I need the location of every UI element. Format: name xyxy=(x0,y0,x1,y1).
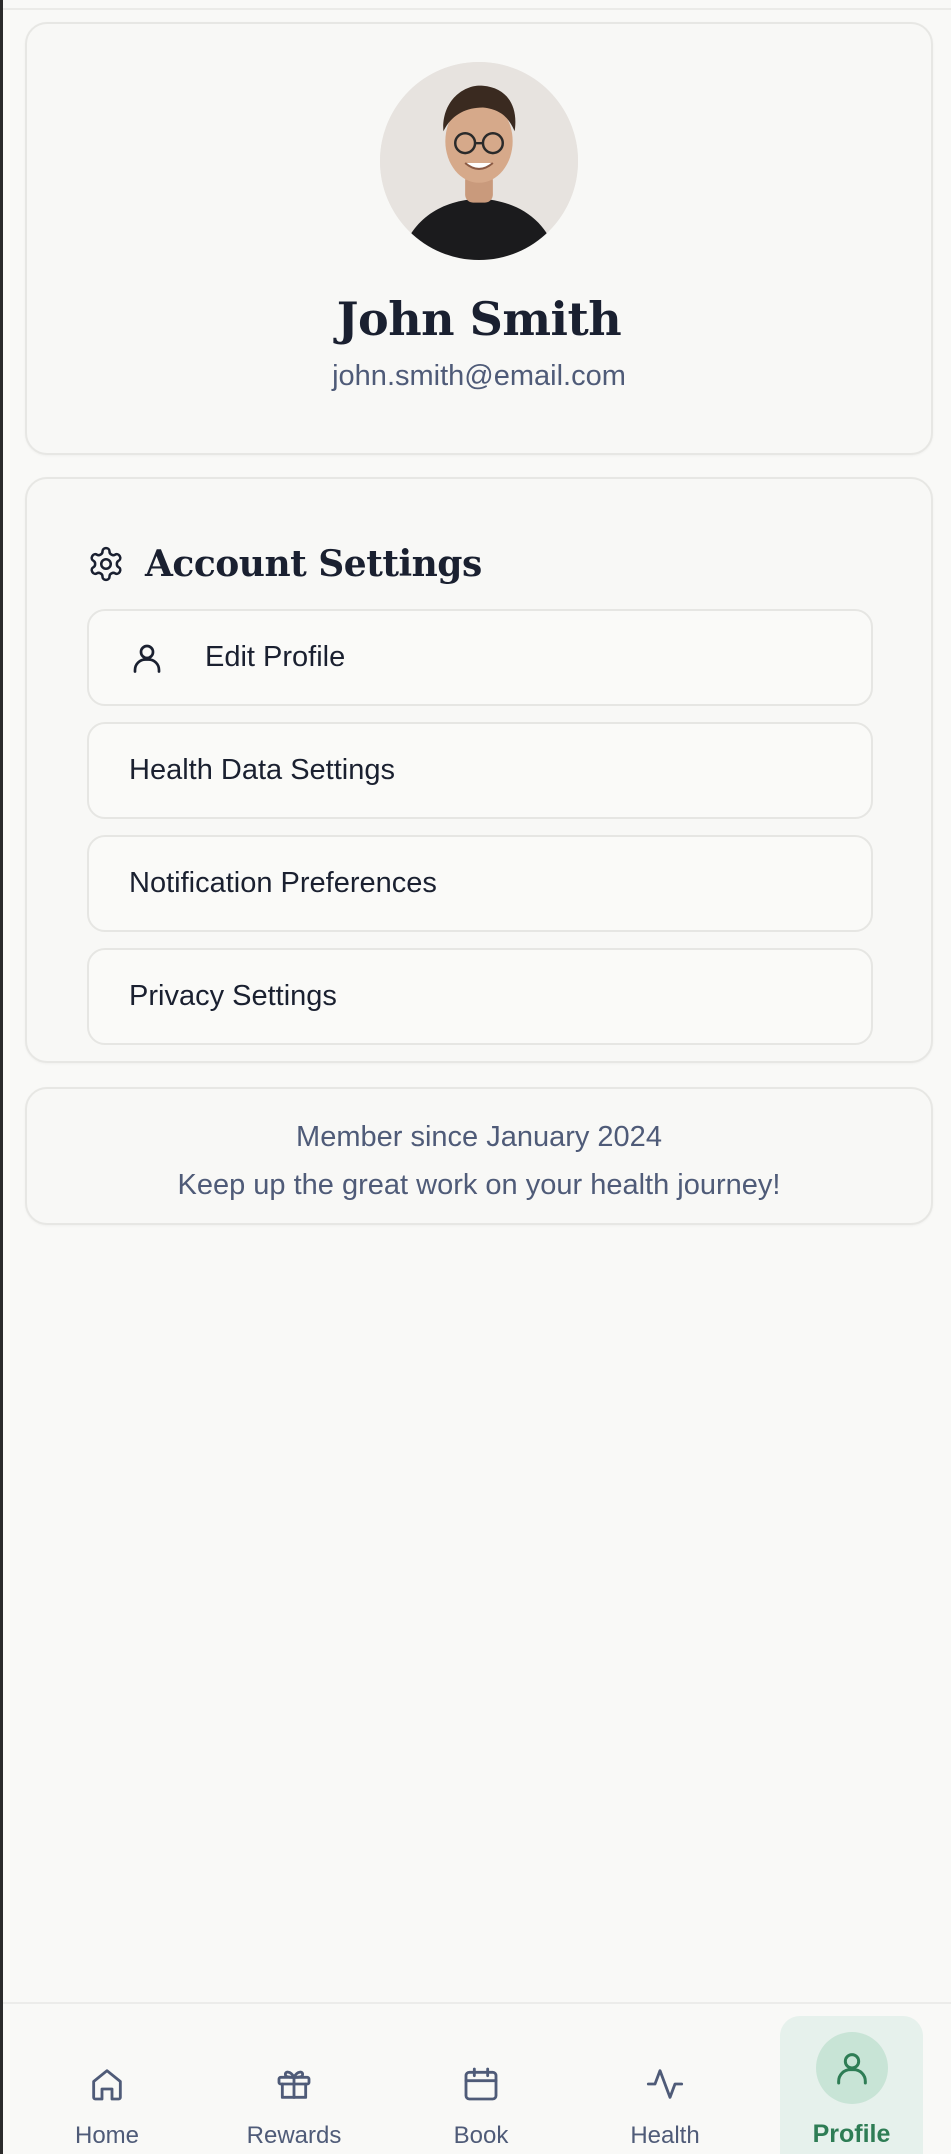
nav-rewards-label: Rewards xyxy=(246,2122,342,2149)
calendar-icon xyxy=(464,2067,498,2101)
notification-preferences-label: Notification Preferences xyxy=(129,867,437,899)
nav-profile-label: Profile xyxy=(812,2120,891,2148)
activity-icon xyxy=(646,2069,684,2099)
nav-book[interactable]: Book xyxy=(401,2004,561,2154)
top-divider xyxy=(3,8,951,10)
nav-health-label: Health xyxy=(630,2122,700,2149)
nav-rewards[interactable]: Rewards xyxy=(214,2004,374,2154)
gift-icon xyxy=(277,2070,311,2099)
user-icon xyxy=(836,2053,867,2085)
avatar xyxy=(380,62,578,260)
edit-profile-label: Edit Profile xyxy=(205,641,346,673)
nav-health[interactable]: Health xyxy=(585,2004,745,2154)
avatar-photo xyxy=(380,62,578,260)
user-email: john.smith@email.com xyxy=(332,360,626,392)
nav-profile[interactable]: Profile xyxy=(780,2016,923,2154)
user-name: John Smith xyxy=(336,292,622,346)
active-indicator xyxy=(815,2032,888,2104)
section-title: Account Settings xyxy=(145,543,482,585)
gear-icon xyxy=(90,546,122,582)
home-icon xyxy=(92,2069,122,2101)
health-data-settings-label: Health Data Settings xyxy=(129,754,395,786)
nav-book-label: Book xyxy=(453,2122,509,2149)
user-icon xyxy=(133,644,161,673)
profile-card: John Smith john.smith@email.com xyxy=(25,22,933,455)
nav-home-label: Home xyxy=(74,2122,140,2149)
edit-profile-button[interactable]: Edit Profile xyxy=(87,609,873,706)
privacy-settings-label: Privacy Settings xyxy=(129,980,337,1012)
account-settings-card: Account Settings Edit Profile Health Dat… xyxy=(25,477,933,1063)
health-data-settings-button[interactable]: Health Data Settings xyxy=(87,722,873,819)
privacy-settings-button[interactable]: Privacy Settings xyxy=(87,948,873,1045)
member-since-text: Member since January 2024 xyxy=(296,1121,662,1153)
nav-home[interactable]: Home xyxy=(27,2004,187,2154)
notification-preferences-button[interactable]: Notification Preferences xyxy=(87,835,873,932)
encouragement-text: Keep up the great work on your health jo… xyxy=(177,1169,781,1201)
bottom-nav: Home Rewards Book Health Profile xyxy=(3,2002,951,2154)
account-settings-header: Account Settings xyxy=(87,539,482,589)
membership-card: Member since January 2024 Keep up the gr… xyxy=(25,1087,933,1225)
